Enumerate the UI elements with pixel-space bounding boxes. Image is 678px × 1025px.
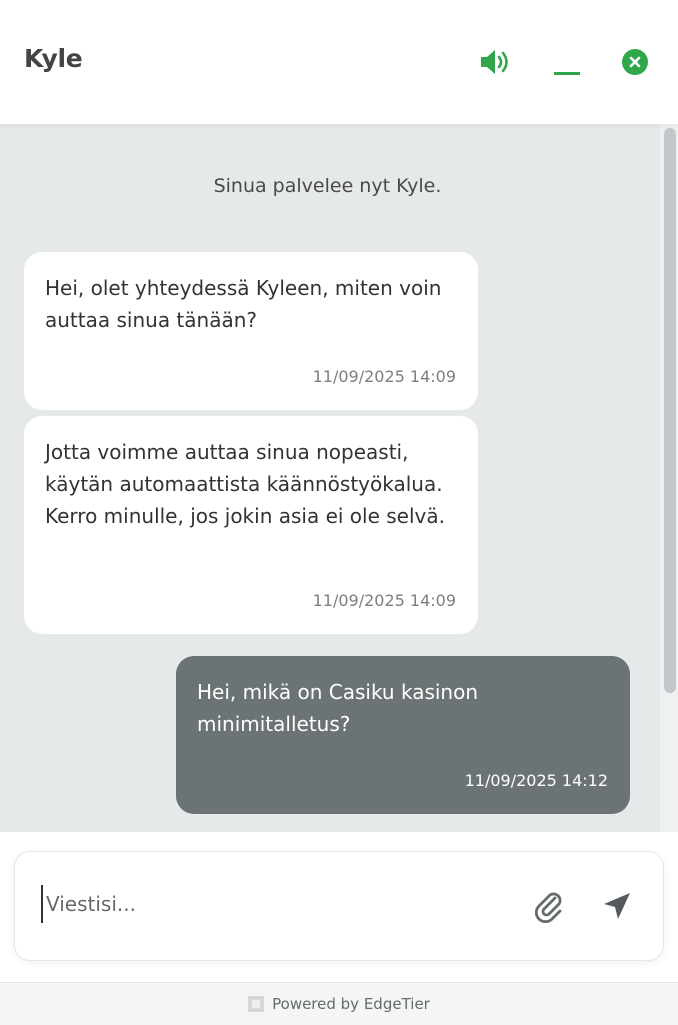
send-button[interactable] — [597, 886, 637, 926]
message-input-box — [14, 851, 664, 961]
message-timestamp: 11/09/2025 14:12 — [464, 771, 608, 790]
message-timestamp: 11/09/2025 14:09 — [312, 591, 456, 610]
user-message: Hei, mikä on Casiku kasinon minimitallet… — [176, 656, 630, 814]
close-icon — [622, 49, 648, 75]
speaker-icon — [481, 50, 508, 74]
agent-message: Hei, olet yhteydessä Kyleen, miten voin … — [24, 252, 478, 410]
message-input[interactable] — [41, 885, 488, 923]
sound-toggle-button[interactable] — [478, 44, 514, 80]
chat-header: Kyle — [0, 0, 678, 124]
agent-message: Jotta voimme auttaa sinua nopeasti, käyt… — [24, 416, 478, 634]
agent-name-title: Kyle — [24, 44, 83, 73]
message-text: Hei, mikä on Casiku kasinon minimitallet… — [197, 680, 479, 736]
system-message: Sinua palvelee nyt Kyle. — [213, 175, 442, 197]
minimize-icon — [554, 72, 580, 75]
minimize-button[interactable] — [548, 44, 584, 80]
scrollbar-thumb[interactable] — [664, 128, 676, 693]
message-timestamp: 11/09/2025 14:09 — [312, 367, 456, 386]
message-list: Sinua palvelee nyt Kyle. Hei, olet yhtey… — [0, 124, 678, 832]
edgetier-logo-icon — [248, 996, 264, 1012]
attach-file-button[interactable] — [529, 886, 569, 926]
powered-by-footer: Powered by EdgeTier — [0, 982, 678, 1025]
scrollbar[interactable] — [660, 124, 678, 832]
close-button[interactable] — [617, 44, 653, 80]
message-composer — [0, 832, 678, 982]
powered-by-text: Powered by EdgeTier — [272, 995, 430, 1013]
message-text: Hei, olet yhteydessä Kyleen, miten voin … — [45, 276, 442, 332]
paperclip-icon — [534, 892, 562, 923]
send-icon — [604, 893, 630, 919]
message-text: Jotta voimme auttaa sinua nopeasti, käyt… — [45, 440, 445, 528]
